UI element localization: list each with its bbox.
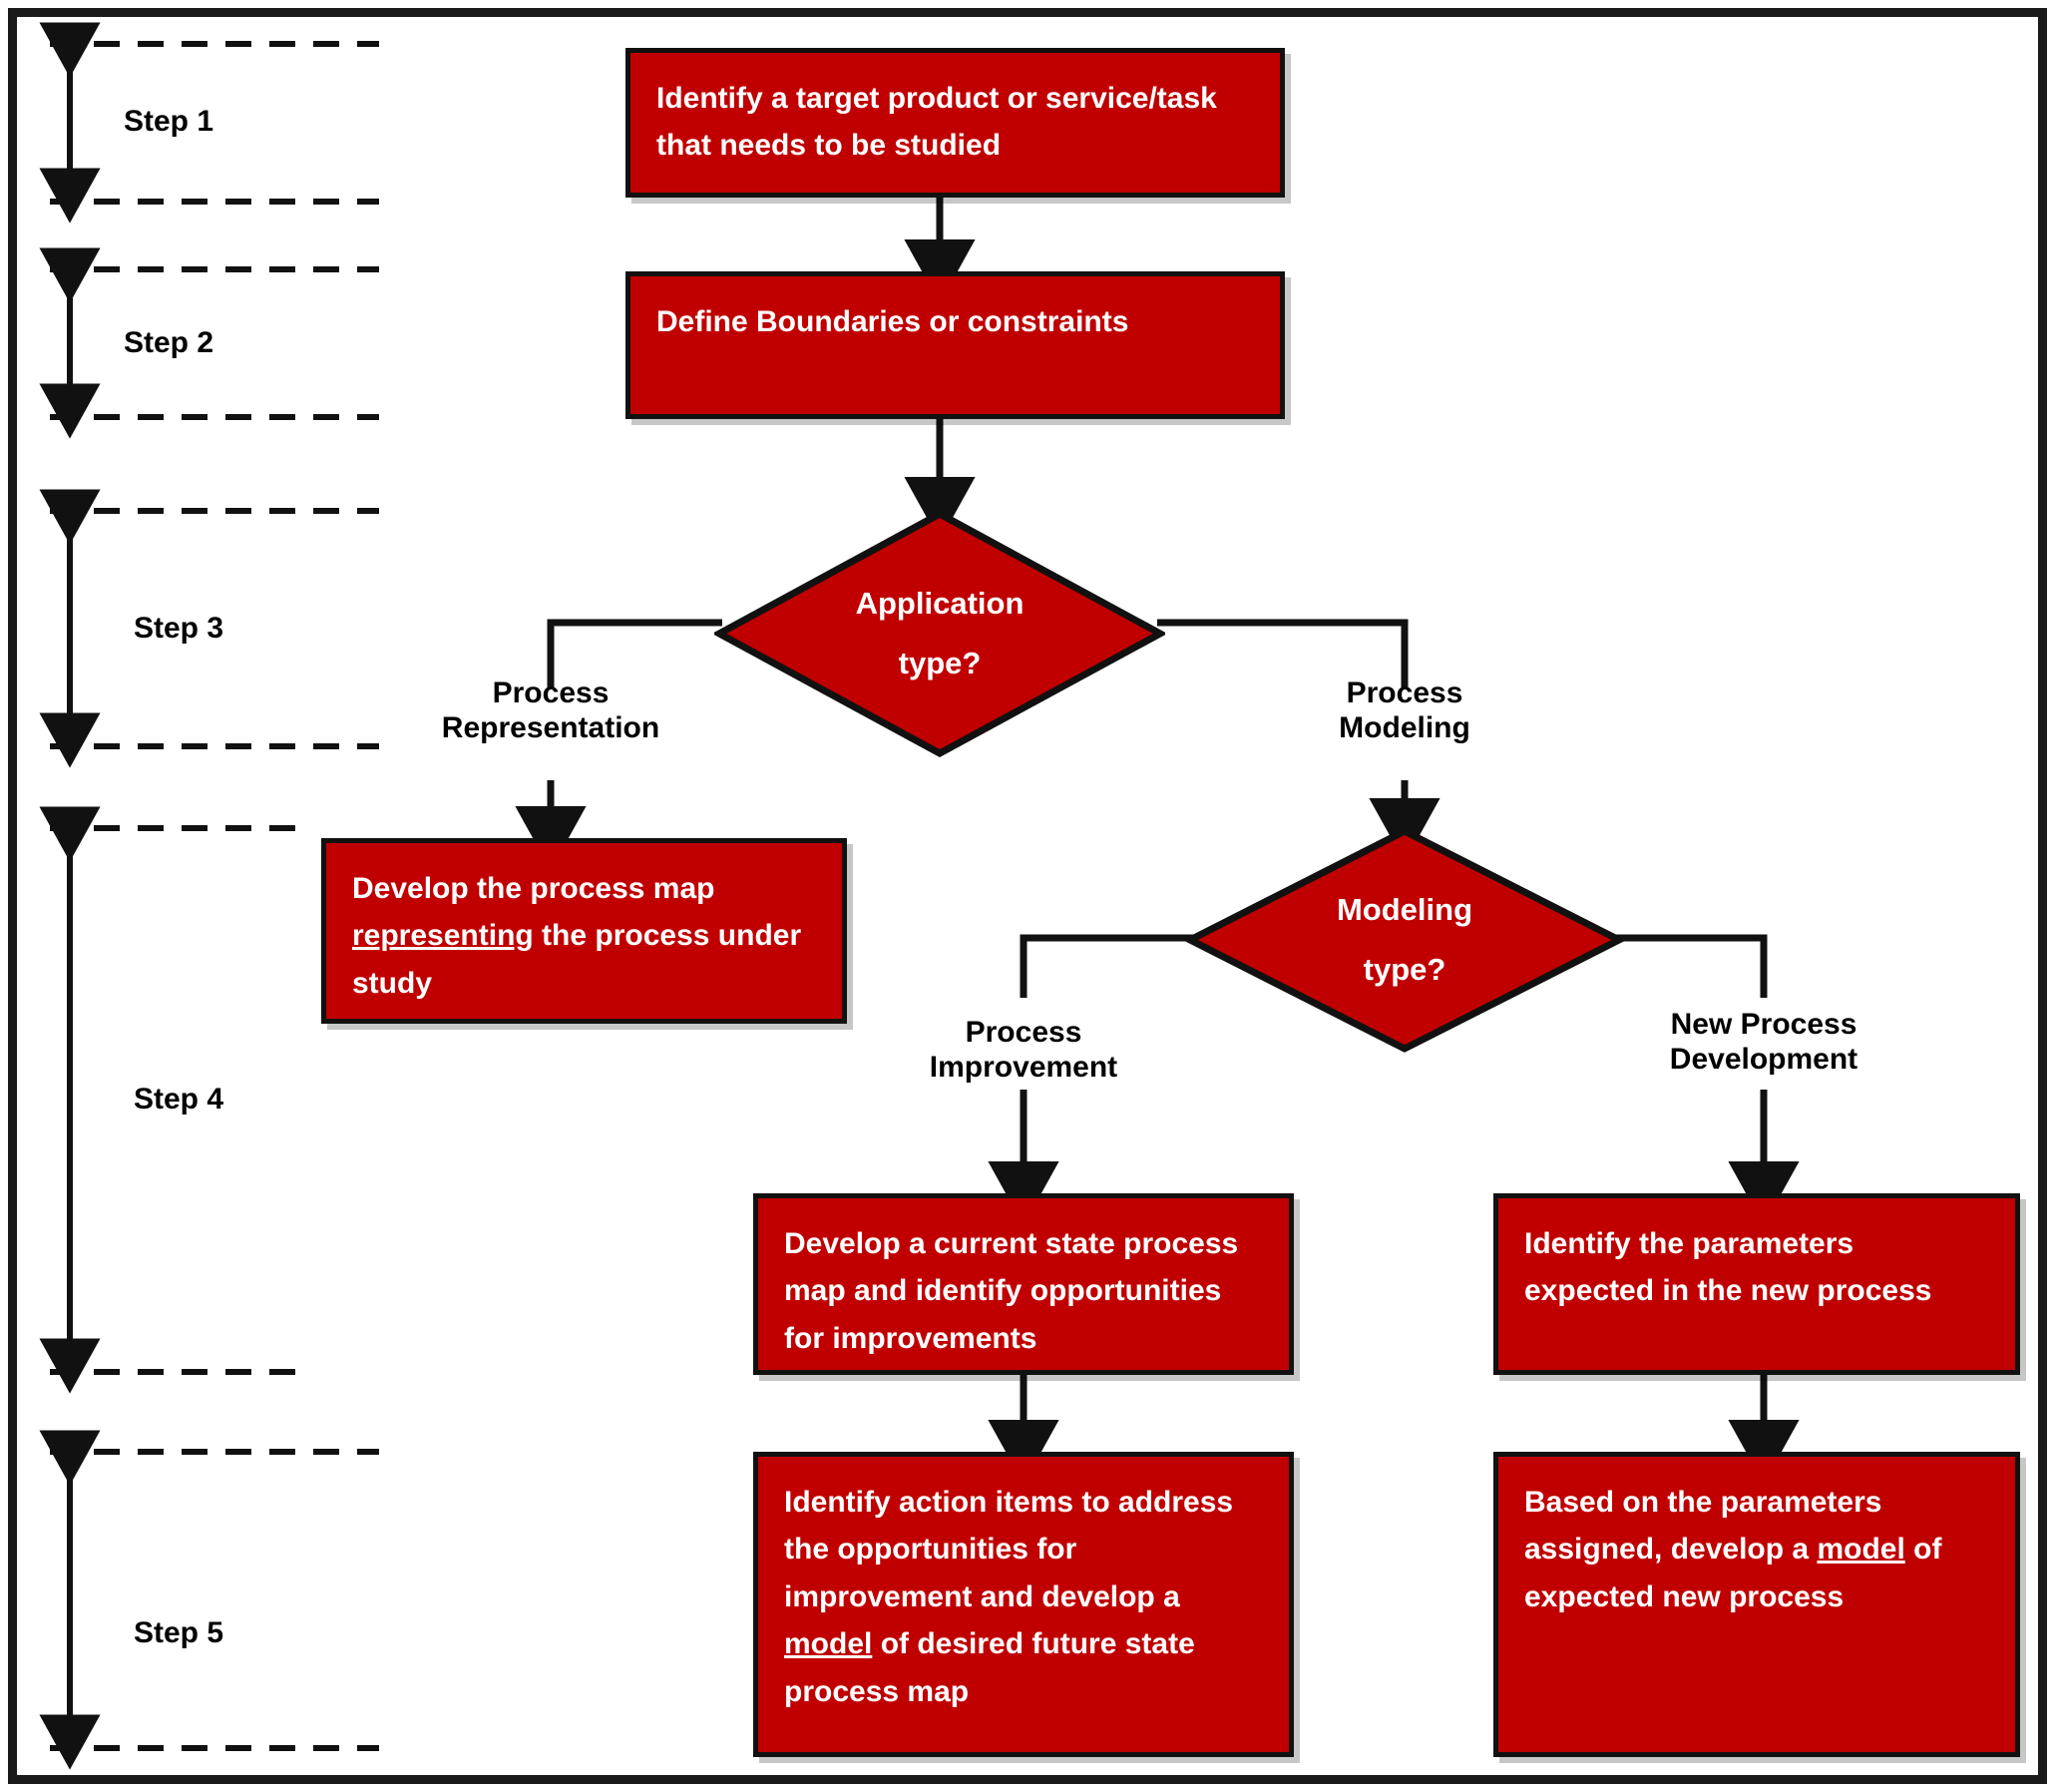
edge-label-process-representation: Process Representation	[441, 676, 660, 744]
node-identify-parameters-text: Identify the parameters expected in the …	[1524, 1227, 1932, 1308]
flowchart-canvas: Step 1 Step 2 Step 3 Step 4 Step 5 Ident…	[0, 0, 2055, 1792]
edge-label-process-improvement: Process Improvement	[929, 1016, 1118, 1084]
node-current-state-map-text: Develop a current state process map and …	[784, 1227, 1239, 1355]
node-identify-target-text: Identify a target product or service/tas…	[656, 82, 1217, 163]
step-label-1: Step 1	[124, 105, 214, 138]
wire-modeling-right	[1616, 934, 1768, 998]
node-based-on-parameters-underlined: model	[1817, 1533, 1905, 1567]
step-label-3: Step 3	[134, 612, 224, 645]
decision-application-type[interactable]: Application type?	[714, 509, 1165, 758]
node-based-on-parameters[interactable]: Based on the parameters assigned, develo…	[1493, 1452, 2020, 1757]
node-define-boundaries[interactable]: Define Boundaries or constraints	[625, 271, 1285, 419]
node-develop-process-map-before: Develop the process map	[352, 872, 715, 905]
diamond-shape	[714, 510, 1165, 757]
edge-label-process-modeling: Process Modeling	[1339, 676, 1470, 744]
node-develop-process-map-underlined: representing	[352, 919, 534, 953]
node-action-items[interactable]: Identify action items to address the opp…	[753, 1452, 1294, 1757]
node-define-boundaries-text: Define Boundaries or constraints	[656, 305, 1129, 338]
diamond-shape	[1185, 827, 1624, 1053]
edge-label-new-process-development: New Process Development	[1669, 1008, 1858, 1076]
node-action-items-before: Identify action items to address the opp…	[784, 1486, 1234, 1613]
step-label-2: Step 2	[124, 326, 214, 359]
node-identify-target[interactable]: Identify a target product or service/tas…	[625, 48, 1285, 198]
node-identify-parameters[interactable]: Identify the parameters expected in the …	[1493, 1193, 2020, 1375]
step-label-4: Step 4	[134, 1083, 224, 1116]
node-current-state-map[interactable]: Develop a current state process map and …	[753, 1193, 1294, 1375]
node-action-items-underlined: model	[784, 1627, 873, 1661]
wire-modeling-left	[1020, 934, 1193, 998]
step-label-5: Step 5	[134, 1616, 224, 1649]
decision-modeling-type[interactable]: Modeling type?	[1185, 826, 1624, 1054]
node-develop-process-map[interactable]: Develop the process map representing the…	[321, 838, 847, 1024]
